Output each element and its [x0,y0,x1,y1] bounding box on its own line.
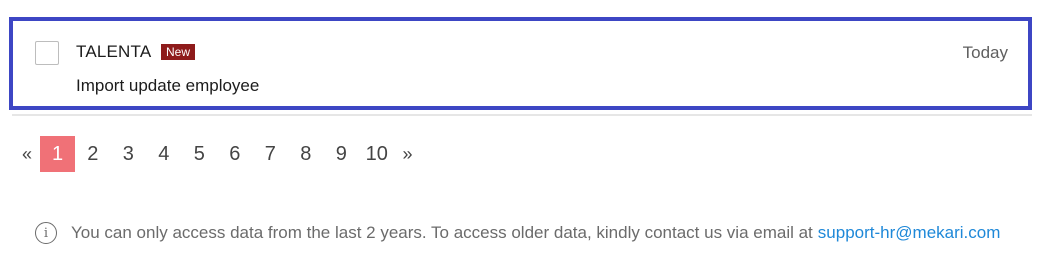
prev-page-button[interactable]: « [14,136,40,172]
support-email-link[interactable]: support-hr@mekari.com [818,223,1001,243]
info-icon: i [35,222,57,244]
page-button-5[interactable]: 5 [182,136,218,172]
page-button-6[interactable]: 6 [217,136,253,172]
next-page-button[interactable]: » [395,136,421,172]
page-button-10[interactable]: 10 [359,136,395,172]
page-button-4[interactable]: 4 [146,136,182,172]
message-row[interactable]: TALENTA New Today Import update employee [9,17,1032,110]
page-button-3[interactable]: 3 [111,136,147,172]
page-button-7[interactable]: 7 [253,136,289,172]
data-retention-notice: i You can only access data from the last… [35,222,1000,244]
message-date: Today [962,43,1008,62]
pagination: « 1 2 3 4 5 6 7 8 9 10 » [14,136,421,172]
new-badge: New [161,44,196,60]
notice-text: You can only access data from the last 2… [71,223,813,242]
message-subject[interactable]: Import update employee [76,76,259,96]
page-button-9[interactable]: 9 [324,136,360,172]
page-button-2[interactable]: 2 [75,136,111,172]
page-button-8[interactable]: 8 [288,136,324,172]
notification-page: TALENTA New Today Import update employee… [0,0,1039,256]
select-checkbox[interactable] [35,41,59,65]
page-button-1[interactable]: 1 [40,136,75,172]
row-divider [12,114,1032,116]
message-sender: TALENTA [76,42,152,61]
